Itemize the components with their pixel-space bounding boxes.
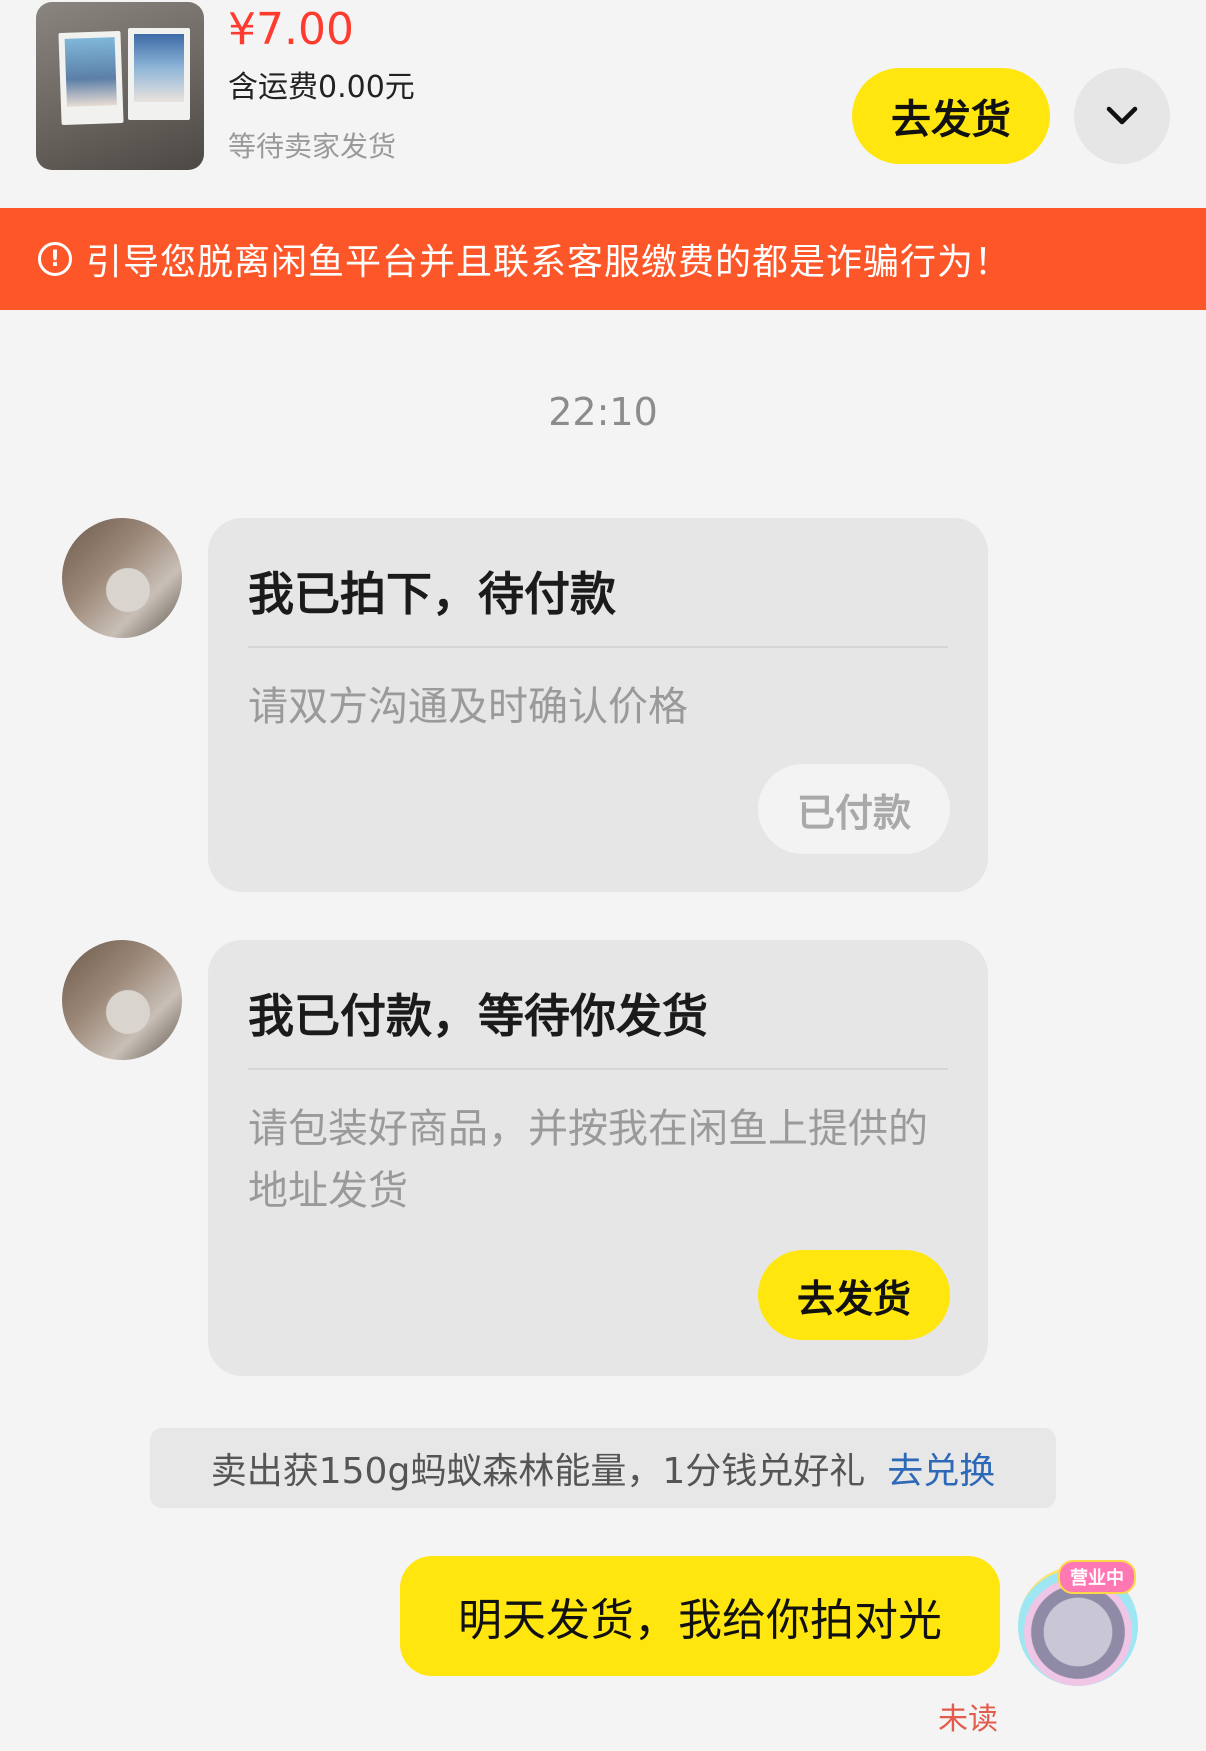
card-divider	[248, 646, 948, 648]
ship-button[interactable]: 去发货	[852, 68, 1050, 164]
ship-button[interactable]: 去发货	[758, 1250, 950, 1340]
order-card-pending-payment: 我已拍下，待付款 请双方沟通及时确认价格 已付款	[208, 518, 988, 892]
buyer-avatar[interactable]	[62, 940, 182, 1060]
chat-timestamp: 22:10	[548, 390, 658, 434]
shipping-fee: 含运费0.00元	[228, 70, 415, 105]
paid-button[interactable]: 已付款	[758, 764, 950, 854]
card-title: 我已拍下，待付款	[248, 567, 616, 621]
card-description: 请双方沟通及时确认价格	[248, 684, 688, 730]
avatar-badge: 营业中	[1058, 1560, 1136, 1594]
expand-button[interactable]	[1074, 68, 1170, 164]
order-card-awaiting-shipment: 我已付款，等待你发货 请包装好商品，并按我在闲鱼上提供的地址发货 去发货	[208, 940, 988, 1376]
product-thumbnail[interactable]	[36, 2, 204, 170]
order-header: ¥7.00 含运费0.00元 等待卖家发货 去发货	[0, 0, 1206, 208]
buyer-avatar[interactable]	[62, 518, 182, 638]
fraud-warning-banner: ! 引导您脱离闲鱼平台并且联系客服缴费的都是诈骗行为！	[0, 208, 1206, 310]
card-divider	[248, 1068, 948, 1070]
promo-text: 卖出获150g蚂蚁森林能量，1分钱兑好礼	[210, 1451, 866, 1492]
redeem-link[interactable]: 去兑换	[887, 1442, 995, 1494]
card-title: 我已付款，等待你发货	[248, 989, 708, 1043]
promo-banner: 卖出获150g蚂蚁森林能量，1分钱兑好礼 去兑换	[150, 1428, 1056, 1508]
exclamation-circle-icon: !	[38, 242, 72, 276]
card-description: 请包装好商品，并按我在闲鱼上提供的地址发货	[248, 1106, 928, 1214]
order-price: ¥7.00	[228, 4, 354, 55]
chevron-down-icon	[1106, 106, 1138, 125]
order-status: 等待卖家发货	[228, 130, 397, 163]
read-status: 未读	[938, 1702, 998, 1737]
my-message-bubble[interactable]: 明天发货，我给你拍对光	[400, 1556, 1000, 1676]
warning-text: 引导您脱离闲鱼平台并且联系客服缴费的都是诈骗行为！	[86, 242, 1012, 283]
